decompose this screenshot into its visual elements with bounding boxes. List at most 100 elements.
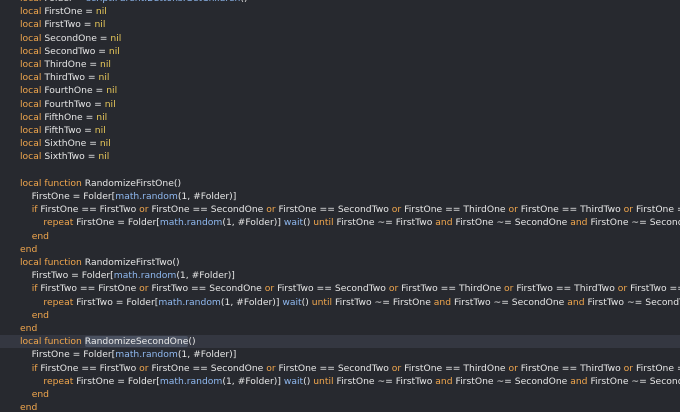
code-line[interactable]: [0, 164, 680, 177]
code-token-txt: (): [240, 0, 247, 4]
code-token-txt: FirstOne == SecondTwo: [278, 362, 392, 374]
code-token-txt: FirstOne ~= SecondTwo: [590, 217, 680, 229]
code-token-kw: or: [139, 283, 152, 295]
code-token-txt: FirstOne == SecondTwo: [278, 204, 392, 216]
code-token-txt: FirstTwo = Folder[: [20, 270, 114, 282]
code-token-txt: FirstOne == FourthOne: [635, 362, 680, 374]
code-token-txt: FourthOne =: [44, 85, 107, 97]
code-token-kw: repeat: [43, 217, 77, 229]
code-token-nil: nil: [98, 72, 110, 84]
code-line[interactable]: repeat FirstTwo = Folder[math.random(1, …: [0, 296, 680, 309]
code-line[interactable]: local SixthOne = nil: [0, 137, 680, 150]
code-token-txt: FirstOne ~= SecondTwo: [590, 375, 680, 387]
code-line[interactable]: local function RandomizeSecondOne(): [0, 335, 680, 349]
code-line[interactable]: end: [0, 322, 680, 335]
code-token-txt: FirstOne ~= FirstTwo: [336, 217, 436, 229]
code-line[interactable]: local SecondOne = nil: [0, 32, 680, 45]
code-token-txt: FifthOne =: [44, 111, 97, 123]
code-token-fn: RandomizeFirstOne: [84, 177, 174, 189]
code-line[interactable]: if FirstOne == FirstTwo or FirstOne == S…: [0, 362, 680, 375]
code-token-hl: RandomizeSecondOne: [84, 336, 189, 348]
code-token-nil: nil: [104, 98, 116, 110]
code-token-txt: FirstOne = Folder[: [76, 217, 160, 229]
code-line[interactable]: if FirstTwo == FirstOne or FirstTwo == S…: [0, 282, 680, 295]
code-line[interactable]: local FourthTwo = nil: [0, 98, 680, 111]
code-token-txt: (1, #Folder)]: [220, 296, 283, 308]
code-token-kw: or: [388, 283, 402, 295]
code-token-call: math.random: [159, 375, 223, 387]
code-token-txt: FirstTwo ~= SecondOne: [454, 296, 568, 308]
code-token-txt: FirstOne == FirstTwo: [40, 362, 140, 374]
code-token-txt: (): [172, 257, 180, 268]
code-token-txt: FirstOne == ThirdTwo: [520, 362, 624, 374]
code-line[interactable]: repeat FirstOne = Folder[math.random(1, …: [0, 216, 680, 229]
code-token-txt: (1, #Folder)]: [177, 349, 237, 361]
code-token-txt: (): [303, 375, 314, 387]
code-token-call: math.random: [115, 349, 178, 361]
code-token-kw: until: [313, 375, 337, 387]
code-token-txt: (): [188, 336, 196, 348]
code-token-kw: local: [20, 151, 45, 163]
code-token-kw: until: [311, 296, 336, 308]
code-line[interactable]: end: [0, 243, 680, 256]
code-token-kw: and: [567, 296, 588, 308]
code-line[interactable]: FirstTwo = Folder[math.random(1, #Folder…: [0, 269, 680, 282]
code-token-kw: or: [623, 362, 636, 374]
code-line[interactable]: repeat FirstOne = Folder[math.random(1, …: [0, 375, 680, 388]
code-token-kw: or: [617, 283, 631, 295]
code-token-kw: local: [20, 19, 45, 31]
code-token-txt: FirstOne == ThirdTwo: [520, 204, 624, 216]
code-token-kw: and: [570, 217, 591, 229]
code-token-fn: RandomizeFirstTwo: [84, 257, 173, 268]
code-token-kw: or: [391, 204, 405, 216]
code-line[interactable]: local SecondTwo = nil: [0, 45, 680, 58]
code-token-txt: FirstOne = Folder[: [76, 375, 160, 387]
code-token-txt: (1, #Folder)]: [176, 270, 235, 282]
code-token-kw: local: [20, 59, 45, 70]
code-line[interactable]: if FirstOne == FirstTwo or FirstOne == S…: [0, 203, 680, 216]
code-token-txt: Folder =: [44, 0, 86, 4]
code-token-kw: or: [139, 362, 152, 374]
code-token-nil: nil: [99, 138, 111, 150]
code-token-nil: nil: [108, 45, 120, 57]
code-token-txt: FirstTwo == ThirdTwo: [516, 283, 618, 295]
code-line[interactable]: FirstOne = Folder[math.random(1, #Folder…: [0, 190, 680, 203]
code-line[interactable]: end: [0, 401, 680, 412]
code-token-nil: nil: [96, 111, 108, 123]
code-line[interactable]: FirstOne = Folder[math.random(1, #Folder…: [0, 348, 680, 361]
code-token-kw: or: [391, 362, 405, 374]
code-token-kw: or: [264, 283, 278, 295]
code-line[interactable]: local FourthOne = nil: [0, 84, 680, 97]
code-line[interactable]: local function RandomizeFirstTwo(): [0, 256, 680, 269]
code-line[interactable]: local function RandomizeFirstOne(): [0, 177, 680, 190]
code-token-call: math.random: [113, 270, 177, 282]
code-line[interactable]: local FifthTwo = nil: [0, 124, 680, 137]
code-token-txt: (1, #Folder)]: [222, 375, 284, 387]
code-line[interactable]: local ThirdTwo = nil: [0, 71, 680, 84]
code-line[interactable]: local FifthOne = nil: [0, 111, 680, 124]
code-line[interactable]: end: [0, 388, 680, 401]
code-line[interactable]: local FirstOne = nil: [0, 5, 680, 18]
code-token-txt: FirstTwo =: [44, 19, 95, 31]
code-token-call: script.Parent.Buttons:GetChildren: [86, 0, 240, 4]
code-token-txt: FirstOne ~= SecondOne: [455, 217, 571, 229]
code-token-txt: FirstTwo == SecondTwo: [277, 283, 389, 295]
code-token-nil: nil: [100, 59, 111, 70]
code-token-txt: (1, #Folder)]: [177, 191, 237, 202]
code-line[interactable]: end: [0, 230, 680, 243]
code-editor[interactable]: local Folder = script.Parent.Buttons:Get…: [0, 0, 680, 412]
code-token-kw: local function: [20, 336, 85, 348]
code-token-txt: FirstTwo = Folder[: [76, 296, 159, 308]
code-token-nil: nil: [106, 85, 118, 97]
code-line[interactable]: end: [0, 309, 680, 322]
code-token-kw: or: [508, 362, 521, 374]
code-line[interactable]: local ThirdOne = nil: [0, 58, 680, 71]
code-token-txt: SecondTwo =: [44, 45, 109, 57]
code-line[interactable]: local FirstTwo = nil: [0, 18, 680, 31]
code-token-txt: FirstTwo == SecondOne: [151, 283, 265, 295]
code-line[interactable]: local SixthTwo = nil: [0, 150, 680, 163]
